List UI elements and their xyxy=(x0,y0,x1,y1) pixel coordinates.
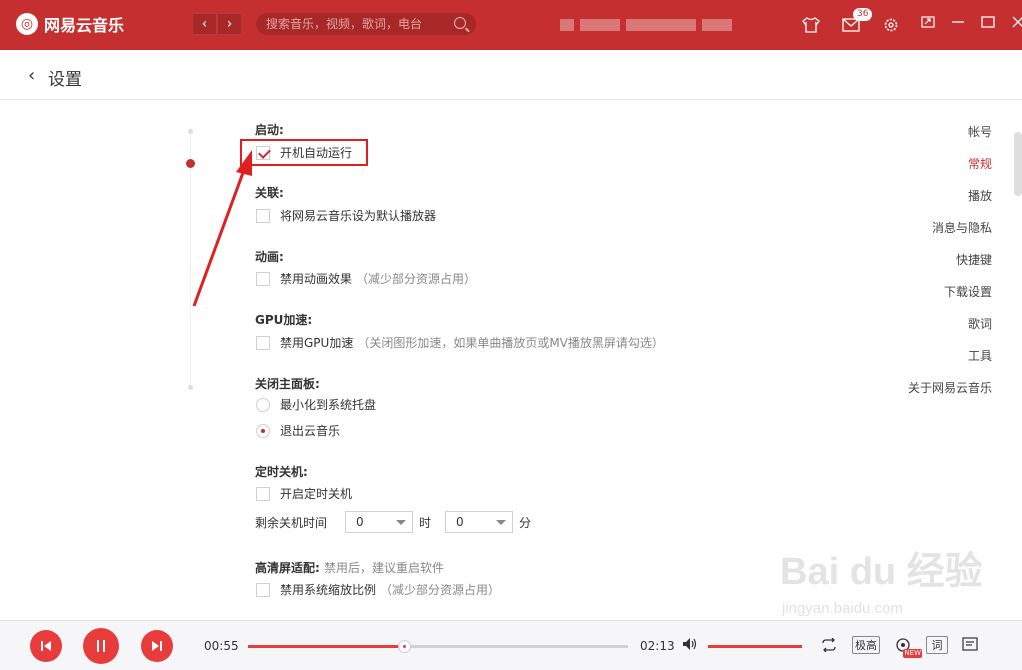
user-info-blurred[interactable] xyxy=(560,12,780,38)
next-button[interactable] xyxy=(141,630,173,662)
section-close-panel-title: 关闭主面板: xyxy=(255,377,320,391)
minutes-select[interactable]: 0 xyxy=(445,511,514,533)
hours-select[interactable]: 0 xyxy=(345,511,414,533)
animation-label: 禁用动画效果 xyxy=(280,272,353,286)
settings-back-button[interactable]: ‹ xyxy=(28,65,35,86)
timer-checkbox[interactable] xyxy=(256,486,270,501)
close-option-exit[interactable]: 退出云音乐 xyxy=(256,422,340,439)
level-blur xyxy=(702,19,732,31)
player-extra-controls: 极高 NEW 词 xyxy=(818,634,982,658)
hidpi-title: 高清屏适配: xyxy=(255,561,320,575)
forward-button[interactable]: › xyxy=(217,13,242,35)
section-startup-title: 启动: xyxy=(255,123,284,137)
search-box xyxy=(256,13,476,35)
timer-label: 开启定时关机 xyxy=(280,487,353,501)
history-nav: ‹ › xyxy=(192,13,242,35)
animation-option[interactable]: 禁用动画效果 （减少部分资源占用） xyxy=(256,270,476,287)
avatar xyxy=(560,19,574,31)
player-bar: 00:55 02:13 极高 NEW 词 xyxy=(0,620,1022,670)
netease-logo-icon: ◎ xyxy=(16,13,38,35)
lyrics-button[interactable]: 词 xyxy=(926,636,948,654)
progress-fill xyxy=(248,645,404,648)
total-time: 02:13 xyxy=(640,639,675,653)
next-icon xyxy=(152,641,162,651)
gpu-option[interactable]: 禁用GPU加速 （关闭图形加速，如果单曲播放页或MV播放黑屏请勾选） xyxy=(256,334,664,351)
close-option-minimize[interactable]: 最小化到系统托盘 xyxy=(256,396,376,413)
mail-badge: 36 xyxy=(853,8,873,21)
previous-button[interactable] xyxy=(30,630,62,662)
hours-unit: 时 xyxy=(419,515,432,530)
volume-icon[interactable] xyxy=(682,637,698,655)
playlist-icon[interactable] xyxy=(960,634,982,656)
top-toolbar: 36 xyxy=(784,8,904,38)
minutes-unit: 分 xyxy=(519,515,532,530)
minutes-value: 0 xyxy=(456,515,464,529)
section-timer-title: 定时关机: xyxy=(255,465,308,479)
chevron-down-icon xyxy=(396,519,407,525)
section-gpu-title: GPU加速: xyxy=(255,313,313,327)
timer-remaining-row: 剩余关机时间 0 时 0 分 xyxy=(255,511,545,533)
association-label: 将网易云音乐设为默认播放器 xyxy=(280,209,437,223)
search-input[interactable] xyxy=(256,13,476,35)
hours-value: 0 xyxy=(356,515,364,529)
username-blur xyxy=(580,19,620,31)
association-option[interactable]: 将网易云音乐设为默认播放器 xyxy=(256,207,436,224)
hidpi-hint: （减少部分资源占用） xyxy=(380,583,501,597)
exit-radio[interactable] xyxy=(256,423,270,438)
exit-label: 退出云音乐 xyxy=(280,424,341,438)
scrollbar-thumb[interactable] xyxy=(1014,132,1022,196)
section-hidpi-title: 高清屏适配: 禁用后，建议重启软件 xyxy=(255,559,444,576)
hidpi-option[interactable]: 禁用系统缩放比例 （减少部分资源占用） xyxy=(256,581,500,598)
pause-icon xyxy=(97,640,105,652)
mini-mode-icon[interactable] xyxy=(920,14,936,30)
minimize-icon[interactable] xyxy=(950,14,966,30)
skin-icon[interactable] xyxy=(798,12,824,38)
hidpi-label: 禁用系统缩放比例 xyxy=(280,583,377,597)
quality-button[interactable]: 极高 xyxy=(852,636,880,654)
gpu-checkbox[interactable] xyxy=(256,335,270,350)
previous-icon xyxy=(41,641,51,651)
back-button[interactable]: ‹ xyxy=(192,13,217,35)
mail-icon[interactable]: 36 xyxy=(838,8,873,38)
timer-option[interactable]: 开启定时关机 xyxy=(256,485,352,502)
minimize-radio[interactable] xyxy=(256,397,270,412)
app-logo[interactable]: ◎ 网易云音乐 xyxy=(16,12,124,36)
animation-hint: （减少部分资源占用） xyxy=(356,272,477,286)
gpu-hint: （关闭图形加速，如果单曲播放页或MV播放黑屏请勾选） xyxy=(357,336,664,350)
remaining-label: 剩余关机时间 xyxy=(255,515,328,530)
chevron-down-icon xyxy=(496,519,507,525)
maximize-icon[interactable] xyxy=(980,14,996,30)
hidpi-note: 禁用后，建议重启软件 xyxy=(324,561,445,575)
pause-button[interactable] xyxy=(83,628,119,664)
sound-effect-icon[interactable]: NEW xyxy=(892,634,922,658)
progress-bar[interactable] xyxy=(248,640,628,653)
baidu-watermark-url: jingyan.baidu.com xyxy=(782,600,903,617)
settings-header: ‹ 设置 xyxy=(0,50,1022,100)
baidu-watermark: Bai du 经验 xyxy=(780,551,983,593)
window-controls xyxy=(920,14,1022,30)
annotation-arrow xyxy=(192,150,252,307)
new-badge: NEW xyxy=(903,649,922,658)
gpu-label: 禁用GPU加速 xyxy=(280,336,354,350)
title-bar: ◎ 网易云音乐 ‹ › 36 xyxy=(0,0,1022,50)
current-time: 00:55 xyxy=(204,639,239,653)
search-icon[interactable] xyxy=(454,17,466,29)
minimize-label: 最小化到系统托盘 xyxy=(280,398,377,412)
hidpi-checkbox[interactable] xyxy=(256,582,270,597)
volume-fill xyxy=(708,645,802,648)
page-title: 设置 xyxy=(48,70,82,90)
loop-mode-icon[interactable] xyxy=(818,634,840,656)
volume-slider[interactable] xyxy=(708,645,802,648)
app-name: 网易云音乐 xyxy=(44,16,125,35)
close-icon[interactable] xyxy=(1010,14,1022,30)
progress-knob[interactable] xyxy=(397,640,411,653)
settings-icon[interactable] xyxy=(878,12,904,38)
username-blur xyxy=(626,19,696,31)
